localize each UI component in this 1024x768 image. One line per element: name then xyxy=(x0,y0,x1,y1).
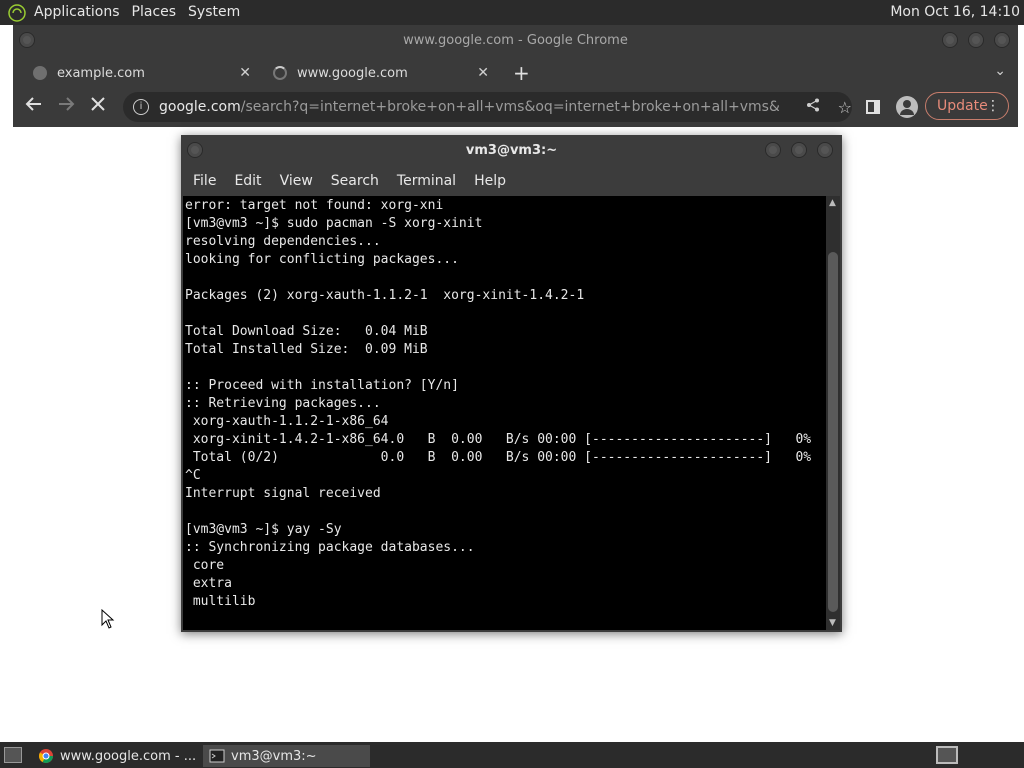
menu-places[interactable]: Places xyxy=(126,0,183,25)
menu-edit[interactable]: Edit xyxy=(228,173,267,189)
chrome-icon xyxy=(39,749,53,763)
terminal-window-menu-button[interactable] xyxy=(187,142,203,158)
menu-file[interactable]: File xyxy=(187,173,222,189)
window-menu-button[interactable] xyxy=(19,32,35,48)
forward-icon[interactable] xyxy=(57,95,75,119)
terminal-title: vm3@vm3:~ xyxy=(465,143,558,158)
tab-close-icon[interactable]: ✕ xyxy=(239,65,251,81)
menu-help[interactable]: Help xyxy=(468,173,512,189)
scroll-down-icon[interactable]: ▼ xyxy=(829,618,836,628)
terminal-content[interactable]: error: target not found: xorg-xni [vm3@v… xyxy=(183,196,826,630)
bookmark-star-icon[interactable]: ☆ xyxy=(838,98,852,117)
back-icon[interactable] xyxy=(25,95,43,119)
tab-title: www.google.com xyxy=(297,65,408,81)
taskbar-item-label: www.google.com - ... xyxy=(60,748,197,764)
update-button[interactable]: Update ⋮ xyxy=(925,92,1009,120)
globe-icon xyxy=(33,66,47,80)
menu-applications[interactable]: Applications xyxy=(28,0,126,25)
show-desktop-icon[interactable] xyxy=(4,747,22,763)
chrome-window-title: www.google.com - Google Chrome xyxy=(403,33,628,48)
tab-google[interactable]: www.google.com ✕ xyxy=(269,59,489,87)
taskbar: www.google.com - ... vm3@vm3:~ xyxy=(0,742,1024,768)
terminal-window: vm3@vm3:~ File Edit View Search Terminal… xyxy=(181,135,842,632)
menu-search[interactable]: Search xyxy=(325,173,385,189)
menu-terminal[interactable]: Terminal xyxy=(391,173,462,189)
url-text[interactable]: google.com/search?q=internet+broke+on+al… xyxy=(159,99,779,115)
update-label: Update xyxy=(937,98,988,114)
chrome-window: www.google.com - Google Chrome example.c… xyxy=(13,25,1018,127)
maximize-button[interactable] xyxy=(968,32,984,48)
site-info-icon[interactable]: i xyxy=(133,99,149,115)
os-logo-icon[interactable] xyxy=(6,2,28,24)
tab-search-icon[interactable]: ⌄ xyxy=(994,63,1006,79)
menu-view[interactable]: View xyxy=(274,173,319,189)
terminal-icon xyxy=(209,749,225,763)
scrollbar-thumb[interactable] xyxy=(828,252,838,612)
scroll-up-icon[interactable]: ▲ xyxy=(829,198,836,208)
terminal-minimize-button[interactable] xyxy=(765,142,781,158)
top-panel: Applications Places System Mon Oct 16, 1… xyxy=(0,0,1024,25)
minimize-button[interactable] xyxy=(942,32,958,48)
tab-close-icon[interactable]: ✕ xyxy=(477,65,489,81)
terminal-menubar: File Edit View Search Terminal Help xyxy=(181,167,842,195)
tab-title: example.com xyxy=(57,65,145,81)
url-path: /search?q=internet+broke+on+all+vms&oq=i… xyxy=(240,99,779,115)
taskbar-item-label: vm3@vm3:~ xyxy=(231,748,317,764)
more-menu-icon[interactable]: ⋮ xyxy=(986,93,1000,119)
loading-spinner-icon xyxy=(273,66,287,80)
menu-system[interactable]: System xyxy=(182,0,246,25)
stop-loading-icon[interactable] xyxy=(90,95,106,119)
share-icon[interactable] xyxy=(806,98,820,116)
workspace-switcher[interactable] xyxy=(936,746,958,764)
mouse-pointer-icon xyxy=(101,608,115,629)
browser-toolbar: i google.com/search?q=internet+broke+on+… xyxy=(13,87,1018,127)
tab-example[interactable]: example.com ✕ xyxy=(33,59,251,87)
taskbar-item-chrome[interactable]: www.google.com - ... xyxy=(32,745,200,767)
profile-avatar-icon[interactable] xyxy=(896,96,918,118)
side-panel-icon[interactable] xyxy=(866,100,880,114)
taskbar-item-terminal[interactable]: vm3@vm3:~ xyxy=(203,745,370,767)
clock[interactable]: Mon Oct 16, 14:10 xyxy=(890,0,1020,25)
terminal-output: error: target not found: xorg-xni [vm3@v… xyxy=(185,198,812,609)
terminal-scrollbar[interactable]: ▲ ▼ xyxy=(826,196,840,630)
url-host: google.com xyxy=(159,99,241,115)
terminal-maximize-button[interactable] xyxy=(791,142,807,158)
close-window-button[interactable] xyxy=(994,32,1010,48)
terminal-close-button[interactable] xyxy=(817,142,833,158)
new-tab-button[interactable]: + xyxy=(513,61,530,85)
address-bar[interactable]: i google.com/search?q=internet+broke+on+… xyxy=(123,92,852,122)
